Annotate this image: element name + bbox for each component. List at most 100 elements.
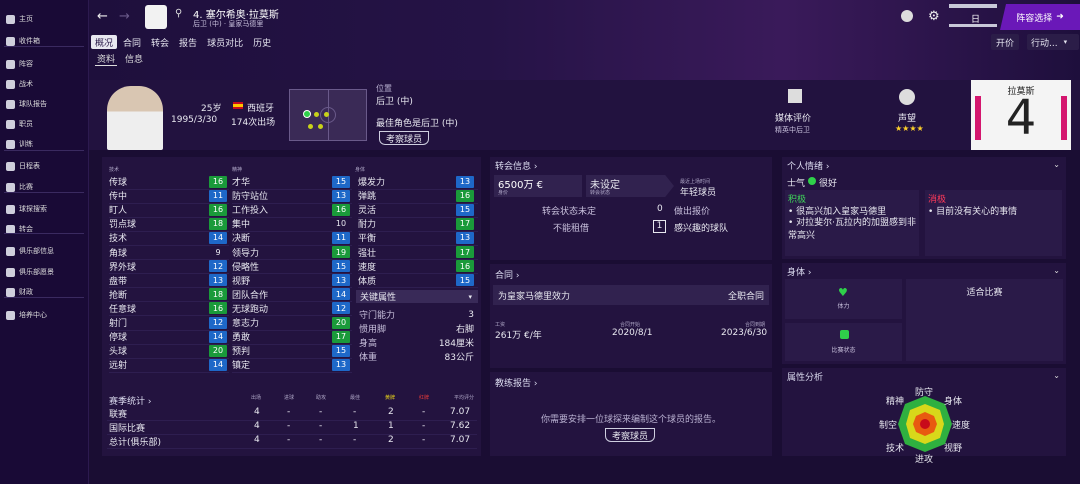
trophy-icon	[6, 182, 15, 192]
physical-header: 身体	[355, 167, 366, 173]
subtab[interactable]: 信息	[123, 52, 145, 66]
tab[interactable]: 合同	[119, 35, 145, 49]
attribute-value: 20	[209, 344, 227, 357]
attribute-value: 14	[209, 231, 227, 244]
attribute-row: 无球跑动	[232, 302, 268, 315]
attribute-row: 强壮	[358, 246, 376, 259]
end-value: 2023/6/30	[721, 328, 768, 338]
training-icon	[6, 139, 15, 149]
morale-label: 士气	[787, 179, 806, 189]
attribute-name: 视野	[232, 276, 251, 287]
sidebar-item-label: 战术	[19, 80, 33, 88]
coach-report-title[interactable]: 教练报告 ›	[495, 376, 537, 389]
contract-title[interactable]: 合同 ›	[495, 268, 519, 281]
attribute-value: 18	[209, 217, 227, 230]
stats-row-name: 总计(俱乐部)	[109, 438, 162, 448]
chevron-down-icon[interactable]: ⌄	[1053, 160, 1060, 169]
newspaper-icon	[788, 89, 802, 103]
stats-cell: 4	[254, 421, 260, 431]
forward-arrow-icon[interactable]: →	[119, 9, 130, 24]
reputation-label: 声望	[898, 114, 917, 124]
stats-cell: -	[422, 407, 426, 417]
sidebar-item[interactable]: 日程表	[6, 159, 40, 173]
condition-box: 比赛状态	[785, 323, 902, 361]
stats-cell: -	[353, 407, 357, 417]
attribute-row: 角球	[109, 246, 127, 259]
back-arrow-icon[interactable]: ←	[97, 9, 108, 24]
gear-icon[interactable]: ⚙	[928, 9, 940, 24]
body-title[interactable]: 身体 ›	[787, 265, 811, 278]
transfer-status-box: 未设定 转会状态	[586, 175, 674, 197]
stats-cell: -	[319, 421, 323, 431]
offers-label: 做出报价	[674, 207, 711, 217]
best-role: 最佳角色是后卫 (中)	[376, 119, 458, 129]
stats-cell: -	[287, 407, 291, 417]
contract-panel: 合同 › 为皇家马德里效力 全职合同 工资 261万 €/年 合同开始 2020…	[490, 264, 772, 368]
manager-icon[interactable]	[901, 10, 913, 22]
action-menu-button[interactable]: 行动... ▾	[1027, 34, 1079, 50]
coach-scout-button[interactable]: 考察球员	[605, 428, 656, 442]
sidebar-item[interactable]: 主页	[6, 12, 33, 26]
sidebar-divider	[4, 297, 84, 298]
offers-count: 0	[657, 204, 663, 214]
transfer-state: 转会状态未定	[542, 207, 597, 217]
stats-cell: -	[319, 407, 323, 417]
coach-report-text: 你需要安排一位球探来编制这个球员的报告。	[540, 415, 721, 425]
sidebar-item-label: 财政	[19, 288, 33, 296]
sidebar-item[interactable]: 职员	[6, 117, 33, 131]
transfer-title[interactable]: 转会信息 ›	[495, 159, 537, 172]
sidebar-item[interactable]: 阵容	[6, 57, 33, 71]
attribute-value: 15	[332, 175, 350, 188]
tab[interactable]: 球员对比	[203, 35, 247, 49]
search-icon[interactable]: ⚲	[175, 8, 182, 19]
attribute-row: 侵略性	[232, 260, 259, 273]
chevron-down-icon[interactable]: ⌄	[1053, 266, 1060, 275]
tab[interactable]: 转会	[147, 35, 173, 49]
stats-cell: 7.07	[450, 407, 471, 417]
wage-label: 工资	[495, 322, 506, 328]
radar-label-physical: 身体	[944, 397, 963, 407]
scout-player-button[interactable]: 考察球员	[379, 131, 430, 145]
row-separator	[109, 371, 229, 373]
attribute-name: 体质	[358, 276, 377, 287]
sidebar-item[interactable]: 俱乐部愿景	[6, 265, 54, 279]
position-pitch	[289, 89, 367, 141]
tactics-icon	[6, 79, 15, 89]
sidebar-item[interactable]: 培养中心	[6, 308, 47, 322]
attribute-row: 耐力	[358, 217, 376, 230]
offer-button[interactable]: 开价	[991, 34, 1019, 50]
squad-select-button[interactable]: 阵容选择 ➜	[1000, 4, 1080, 30]
sidebar-item[interactable]: 战术	[6, 77, 33, 91]
season-stats-title[interactable]: 赛季统计 ›	[109, 394, 151, 407]
sidebar-item[interactable]: 俱乐部信息	[6, 244, 54, 258]
player-dob: 1995/3/30	[171, 115, 218, 125]
attribute-row: 才华	[232, 175, 250, 188]
extra-attr-value: 83公斤	[444, 353, 474, 364]
tab[interactable]: 历史	[249, 35, 275, 49]
attribute-value: 17	[456, 217, 474, 230]
loan-label: 不能租借	[553, 224, 590, 234]
attribute-value: 20	[332, 316, 350, 329]
personal-title[interactable]: 个人情绪 ›	[787, 159, 829, 172]
sidebar-item[interactable]: 训练	[6, 137, 33, 151]
position-value: 后卫 (中)	[376, 97, 413, 107]
attribute-name: 技术	[109, 234, 128, 245]
attribute-row: 集中	[232, 217, 250, 230]
globe-icon	[899, 89, 915, 105]
key-attr-box[interactable]: 关键属性 ▾	[356, 290, 478, 303]
extra-attr-value: 184厘米	[438, 339, 474, 350]
attr-radar-chart	[898, 396, 952, 452]
tab[interactable]: 报告	[175, 35, 201, 49]
attribute-row: 预判	[232, 344, 250, 357]
attribute-row: 盯人	[109, 203, 127, 216]
player-header: ← → ⚲ 4. 塞尔希奥·拉莫斯 后卫 (中) · 皇家马德里 概况 合同 转会报…	[89, 0, 1080, 80]
body-panel: 身体 › ⌄ ♥ 体力 比赛状态 适合比赛	[782, 263, 1066, 364]
radar-label-attack: 进攻	[915, 455, 934, 465]
subtab[interactable]: 资料	[95, 52, 118, 66]
wage-value: 261万 €/年	[495, 331, 542, 341]
sidebar-item[interactable]: 球队报告	[6, 97, 47, 111]
media-label: 媒体评价	[775, 114, 812, 124]
tab[interactable]: 概况	[91, 35, 118, 49]
attribute-name: 盘带	[109, 276, 128, 287]
sidebar-item[interactable]: 球探搜索	[6, 202, 47, 216]
